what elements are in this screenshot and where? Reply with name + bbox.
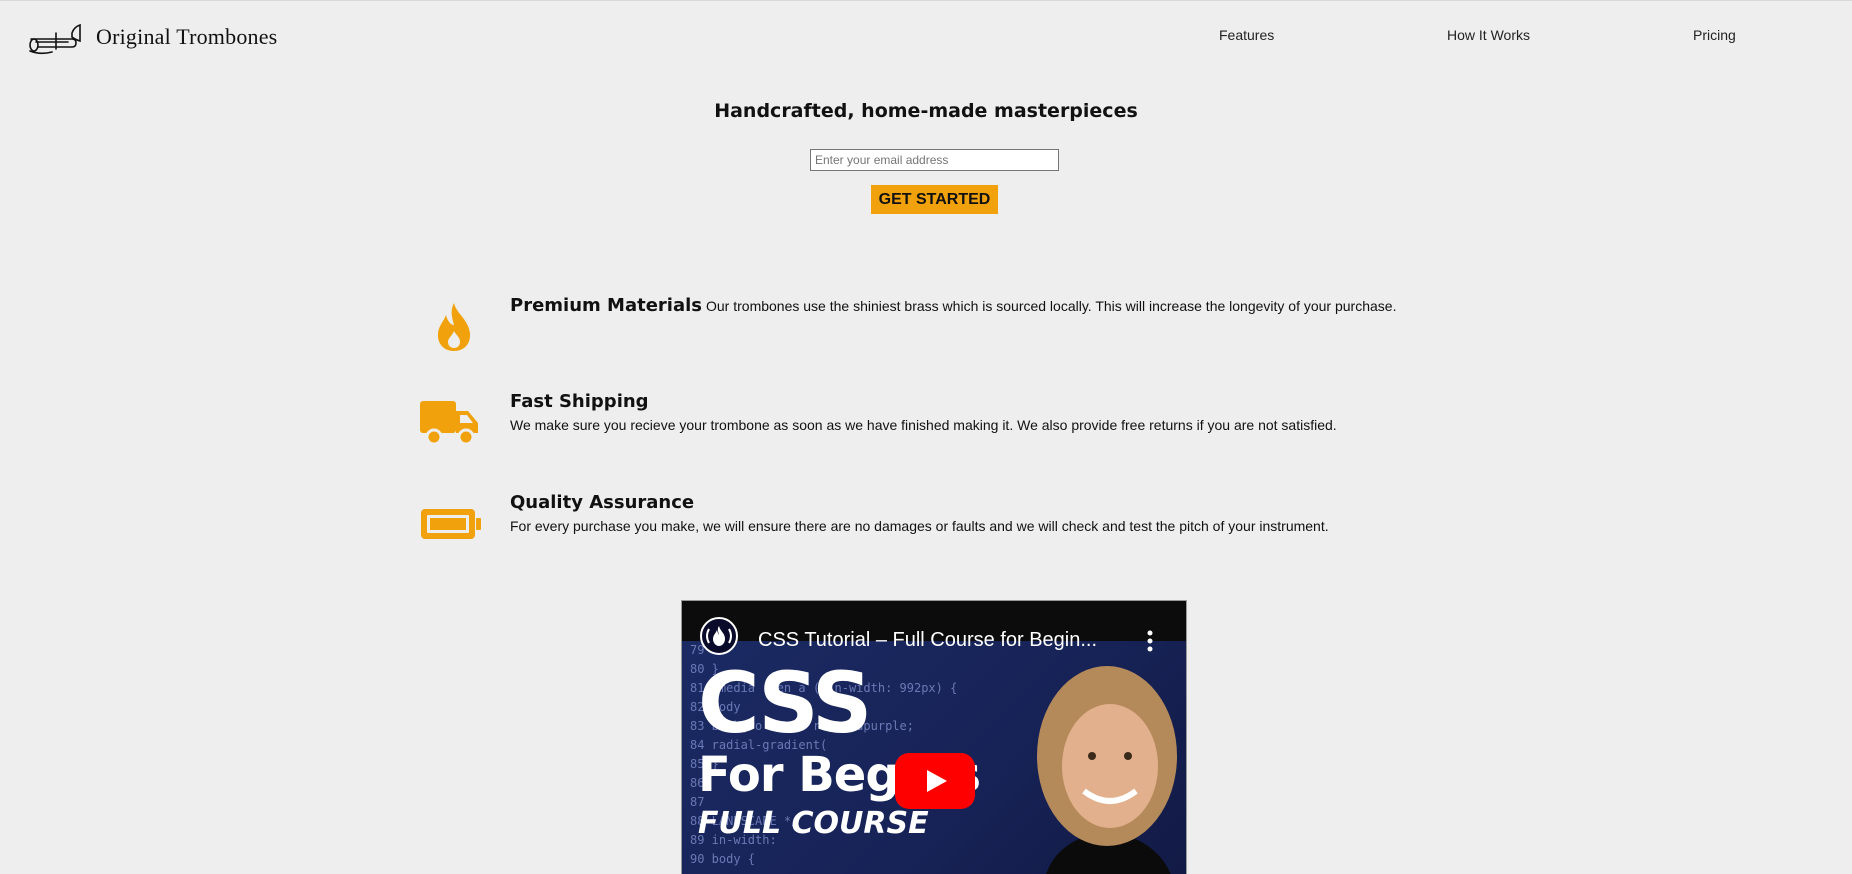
feature-text: Premium Materials Our trombones use the s…: [510, 295, 1610, 316]
feature-title: Premium Materials: [510, 295, 702, 316]
get-started-button[interactable]: GET STARTED: [871, 185, 998, 214]
play-button[interactable]: [895, 753, 975, 809]
feature-title: Quality Assurance: [510, 492, 695, 513]
logo[interactable]: Original Trombones: [28, 19, 277, 55]
fire-icon: [432, 301, 476, 358]
email-input[interactable]: [810, 149, 1059, 171]
video-title[interactable]: CSS Tutorial – Full Course for Begin...: [758, 629, 1097, 652]
trombone-logo-icon: [29, 23, 81, 55]
feature-text: Fast Shipping We make sure you recieve y…: [510, 391, 1610, 433]
presenter-image: [1037, 666, 1177, 874]
site-header: Original Trombones Features How It Works…: [0, 1, 1852, 71]
feature-title: Fast Shipping: [510, 391, 649, 412]
feature-description: Our trombones use the shiniest brass whi…: [706, 298, 1397, 314]
nav-link-pricing[interactable]: Pricing: [1693, 27, 1736, 43]
thumbnail-headline: CSS: [698, 654, 872, 752]
nav-link-how-it-works[interactable]: How It Works: [1447, 27, 1530, 43]
code-line: 90 body {: [690, 852, 756, 866]
feature-description: For every purchase you make, we will ens…: [510, 518, 1329, 534]
feature-text: Quality Assurance For every purchase you…: [510, 492, 1610, 534]
nav-link-features[interactable]: Features: [1219, 27, 1274, 43]
truck-icon: [420, 397, 482, 454]
video-embed[interactable]: 79 80 } 81 @media reen a (min-width: 992…: [681, 600, 1187, 874]
channel-avatar-icon[interactable]: [700, 617, 738, 655]
hero-title: Handcrafted, home-made masterpieces: [714, 100, 1138, 122]
more-options-icon[interactable]: [1140, 629, 1160, 653]
battery-icon: [420, 507, 482, 546]
logo-text: Original Trombones: [96, 24, 278, 49]
thumbnail-tag: FULL COURSE: [698, 806, 929, 841]
feature-description: We make sure you recieve your trombone a…: [510, 417, 1337, 433]
